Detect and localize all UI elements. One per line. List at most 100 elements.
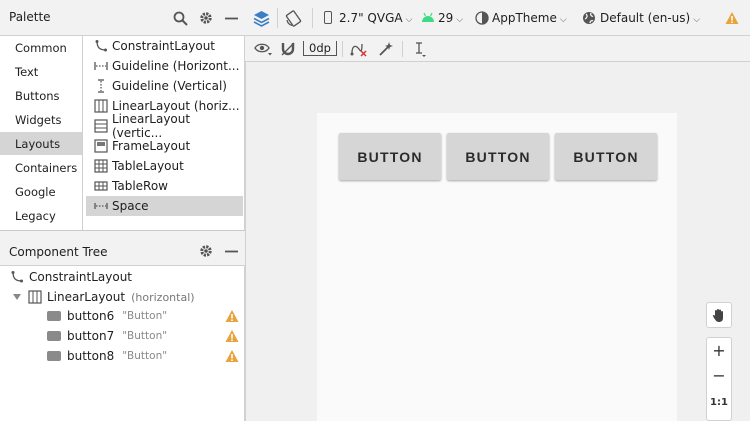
palette-item-label: TableLayout [112, 159, 184, 173]
tree-item-button7[interactable]: button7 "Button" [47, 326, 167, 346]
toolbar-separator [312, 8, 313, 28]
search-icon[interactable] [171, 9, 189, 27]
frame-layout-icon [94, 139, 108, 153]
warning-icon[interactable] [725, 11, 739, 25]
constraint-layout-icon [10, 270, 24, 284]
preview-button-7[interactable]: BUTTON [447, 133, 549, 180]
component-tree-header: Component Tree [0, 230, 245, 266]
design-canvas[interactable]: BUTTON BUTTON BUTTON [245, 62, 750, 421]
device-icon [324, 11, 332, 24]
device-label: 2.7" QVGA [339, 11, 403, 25]
toolbar-separator [342, 41, 343, 57]
zoom-in-button[interactable]: + [706, 337, 732, 363]
button-widget-icon [47, 351, 61, 361]
tree-item-button8[interactable]: button8 "Button" [47, 346, 167, 366]
orientation-icon[interactable] [284, 9, 302, 27]
chevron-down-icon: ⌵ [693, 15, 701, 25]
palette-item-guideline-horizontal[interactable]: Guideline (Horizont... [86, 56, 243, 76]
button-widget-icon [47, 331, 61, 341]
tree-item-label: ConstraintLayout [29, 270, 133, 284]
tree-item-text: "Button" [122, 330, 168, 342]
globe-icon [582, 11, 596, 28]
preview-button-6[interactable]: BUTTON [339, 133, 441, 180]
theme-selector[interactable]: AppTheme ⌵ [492, 11, 567, 25]
zoom-out-button[interactable]: − [706, 362, 732, 388]
palette-item-framelayout[interactable]: FrameLayout [86, 136, 243, 156]
default-margin-selector[interactable]: 0dp [303, 41, 337, 56]
palette-item-label: Guideline (Vertical) [112, 79, 227, 93]
category-common[interactable]: Common [15, 41, 67, 55]
api-level-label: 29 [438, 11, 454, 25]
tree-item-linearlayout[interactable]: LinearLayout (horizontal) [12, 287, 195, 307]
palette-item-constraintlayout[interactable]: ConstraintLayout [86, 36, 243, 56]
baseline-icon[interactable] [410, 40, 428, 58]
space-icon [94, 199, 108, 213]
magic-wand-icon[interactable] [377, 40, 395, 58]
tree-item-text: "Button" [122, 310, 168, 322]
palette-item-label: Guideline (Horizont... [112, 59, 240, 73]
category-layouts[interactable]: Layouts [15, 137, 60, 151]
hand-icon [712, 308, 723, 322]
chevron-down-icon: ⌵ [405, 15, 413, 25]
zoom-actual-size-button[interactable]: 1:1 [706, 389, 732, 415]
palette-item-space[interactable]: Space [86, 196, 243, 216]
guideline-horizontal-icon [94, 59, 108, 73]
linear-layout-horizontal-icon [28, 290, 42, 304]
palette-item-tablerow[interactable]: TableRow [86, 176, 243, 196]
gear-icon[interactable] [197, 9, 215, 27]
table-row-icon [94, 179, 108, 193]
warning-icon[interactable] [225, 329, 239, 343]
minimize-icon[interactable] [222, 9, 240, 27]
clear-constraints-icon[interactable] [350, 40, 368, 58]
layers-icon[interactable] [252, 9, 270, 27]
tree-item-constraintlayout[interactable]: ConstraintLayout [10, 267, 132, 287]
category-legacy[interactable]: Legacy [15, 209, 56, 223]
chevron-down-icon: ⌵ [559, 15, 567, 25]
theme-icon [475, 11, 489, 28]
linear-layout-horizontal-icon [94, 99, 108, 113]
category-containers[interactable]: Containers [15, 161, 77, 175]
palette-item-label: TableRow [112, 179, 168, 193]
category-widgets[interactable]: Widgets [15, 113, 62, 127]
minimize-icon[interactable] [222, 242, 240, 260]
tree-item-button6[interactable]: button6 "Button" [47, 306, 167, 326]
palette-item-label: FrameLayout [112, 139, 191, 153]
warning-icon[interactable] [225, 309, 239, 323]
expand-arrow-icon[interactable] [12, 292, 22, 302]
locale-selector[interactable]: Default (en-us) ⌵ [600, 11, 700, 25]
palette-item-label: LinearLayout (horiz... [112, 99, 240, 113]
eye-icon[interactable] [254, 40, 272, 58]
tree-item-label: button8 [67, 349, 115, 363]
device-selector[interactable]: 2.7" QVGA ⌵ [339, 11, 412, 25]
category-text[interactable]: Text [15, 65, 38, 79]
gear-icon[interactable] [197, 242, 215, 260]
table-layout-icon [94, 159, 108, 173]
android-icon [421, 12, 435, 26]
palette-item-tablelayout[interactable]: TableLayout [86, 156, 243, 176]
pan-button[interactable] [706, 302, 732, 328]
category-buttons[interactable]: Buttons [15, 89, 60, 103]
palette-item-guideline-vertical[interactable]: Guideline (Vertical) [86, 76, 243, 96]
category-google[interactable]: Google [15, 185, 56, 199]
warning-icon[interactable] [225, 349, 239, 363]
margin-value: 0dp [303, 41, 337, 56]
palette-item-label: Space [112, 199, 149, 213]
palette-item-linearlayout-vertical[interactable]: LinearLayout (vertic... [86, 112, 243, 140]
toolbar-separator [402, 41, 403, 57]
linear-layout-vertical-icon [94, 119, 108, 133]
palette-title: Palette [9, 10, 51, 24]
palette-categories: Common Text Buttons Widgets Layouts Cont… [0, 36, 83, 230]
button-widget-icon [47, 311, 61, 321]
preview-button-8[interactable]: BUTTON [555, 133, 657, 180]
device-screen[interactable]: BUTTON BUTTON BUTTON [317, 113, 677, 421]
tree-item-qualifier: (horizontal) [131, 290, 195, 304]
api-level-selector[interactable]: 29 ⌵ [438, 11, 463, 25]
chevron-down-icon: ⌵ [456, 15, 464, 25]
tree-item-label: button7 [67, 329, 115, 343]
locale-label: Default (en-us) [600, 11, 691, 25]
palette-item-label: ConstraintLayout [112, 39, 216, 53]
palette-header: Palette [0, 0, 245, 36]
guideline-vertical-icon [94, 79, 108, 93]
magnet-icon[interactable] [279, 40, 297, 58]
tree-item-label: LinearLayout [47, 290, 126, 304]
